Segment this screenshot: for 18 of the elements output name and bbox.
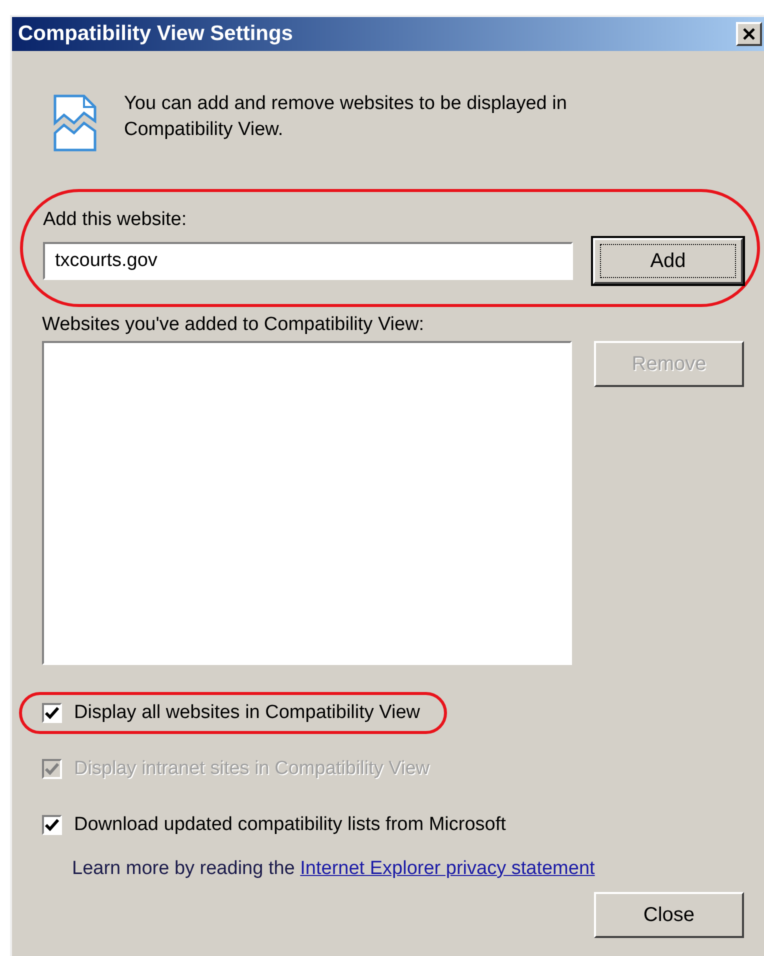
add-button[interactable]: Add xyxy=(593,238,743,284)
window-title: Compatibility View Settings xyxy=(18,21,293,48)
checkmark-icon xyxy=(45,707,59,719)
close-icon[interactable] xyxy=(736,22,762,46)
description-text: You can add and remove websites to be displayed in Compatibility View. xyxy=(124,92,568,142)
website-input-field[interactable]: txcourts.gov xyxy=(43,242,573,280)
option-label: Download updated compatibility lists from Microsoft xyxy=(74,813,506,837)
checkbox[interactable] xyxy=(42,815,62,835)
list-label: Websites you've added to Compatibility View: xyxy=(42,313,426,337)
learn-more-text: Learn more by reading the Internet Explorer privacy statement xyxy=(72,857,596,881)
close-button[interactable]: Close xyxy=(594,892,744,938)
option-label: Display all websites in Compatibility View xyxy=(74,701,420,725)
broken-page-icon xyxy=(52,93,98,153)
privacy-link[interactable]: Internet Explorer privacy statement xyxy=(300,858,595,879)
checkbox[interactable] xyxy=(42,703,62,723)
field-label: Add this website: xyxy=(43,208,188,232)
checkmark-icon xyxy=(45,763,59,775)
checkmark-icon xyxy=(45,819,59,831)
